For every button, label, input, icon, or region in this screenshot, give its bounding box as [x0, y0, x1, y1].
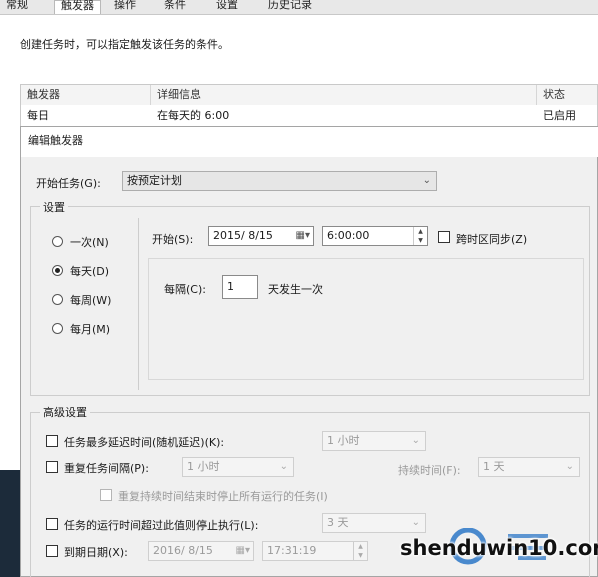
delay-checkbox[interactable]	[46, 435, 58, 447]
expire-time-input[interactable]: 17:31:19 ▲ ▼	[262, 541, 368, 561]
trigger-table: 触发器 详细信息 状态 每日 在每天的 6:00 已启用	[20, 84, 598, 130]
advanced-settings-label: 高级设置	[40, 404, 90, 420]
stop-if-runs-value: 3 天	[327, 516, 349, 529]
calendar-icon[interactable]: ▦▾	[236, 542, 250, 560]
recur-suffix: 天发生一次	[268, 283, 323, 296]
expire-date-value: 2016/ 8/15	[153, 544, 213, 557]
duration-label: 持续时间(F):	[398, 464, 461, 477]
repeat-checkbox[interactable]	[46, 461, 58, 473]
delay-value: 1 小时	[327, 434, 360, 447]
watermark-text: shenduwin10.com	[400, 536, 598, 560]
background-window-edge	[0, 134, 20, 470]
column-header-trigger[interactable]: 触发器	[21, 85, 151, 105]
tab-settings[interactable]: 设置	[210, 0, 244, 14]
duration-select[interactable]: 1 天 ⌄	[478, 457, 580, 477]
delay-label[interactable]: 任务最多延迟时间(随机延迟)(K):	[64, 434, 224, 450]
recurrence-panel	[148, 258, 584, 380]
dialog-titlebar	[21, 127, 598, 157]
time-spinner-icon[interactable]: ▲ ▼	[353, 542, 367, 560]
stop-if-runs-checkbox[interactable]	[46, 518, 58, 530]
tab-conditions[interactable]: 条件	[158, 0, 192, 14]
recur-label: 每隔(C):	[164, 283, 206, 296]
sync-timezone-checkbox[interactable]	[438, 231, 450, 243]
radio-weekly-label[interactable]: 每周(W)	[70, 292, 111, 308]
duration-value: 1 天	[483, 460, 505, 473]
time-spinner-icon[interactable]: ▲ ▼	[413, 227, 427, 245]
begin-task-select[interactable]: 按预定计划 ⌄	[122, 171, 437, 191]
column-header-details[interactable]: 详细信息	[151, 85, 537, 105]
chevron-down-icon: ⌄	[565, 461, 574, 472]
table-row-status[interactable]: 已启用	[543, 107, 576, 125]
settings-divider	[138, 218, 139, 390]
expire-label[interactable]: 到期日期(X):	[64, 544, 128, 560]
radio-once-label[interactable]: 一次(N)	[70, 234, 109, 250]
stop-if-runs-label[interactable]: 任务的运行时间超过此值则停止执行(L):	[64, 517, 258, 533]
begin-task-label: 开始任务(G):	[36, 177, 101, 190]
expire-time-value: 17:31:19	[267, 544, 317, 557]
tab-bar: 常规 触发器 操作 条件 设置 历史记录	[0, 0, 598, 15]
radio-daily[interactable]	[52, 265, 63, 276]
start-label: 开始(S):	[152, 233, 194, 246]
radio-monthly[interactable]	[52, 323, 63, 334]
radio-daily-label[interactable]: 每天(D)	[70, 263, 109, 279]
chevron-down-icon: ⌄	[279, 461, 288, 472]
trigger-description: 创建任务时，可以指定触发该任务的条件。	[20, 38, 229, 51]
repeat-label[interactable]: 重复任务间隔(P):	[64, 460, 149, 476]
delay-select[interactable]: 1 小时 ⌄	[322, 431, 426, 451]
watermark-logo: shenduwin10.com	[398, 528, 598, 577]
chevron-down-icon: ⌄	[411, 435, 420, 446]
settings-group-label: 设置	[40, 199, 68, 215]
expire-checkbox[interactable]	[46, 545, 58, 557]
sync-timezone-label[interactable]: 跨时区同步(Z)	[456, 231, 527, 247]
tab-general[interactable]: 常规	[0, 0, 34, 14]
tab-history[interactable]: 历史记录	[262, 0, 318, 14]
dialog-title: 编辑触发器	[28, 134, 83, 147]
expire-date-picker[interactable]: 2016/ 8/15 ▦▾	[148, 541, 254, 561]
radio-once[interactable]	[52, 236, 63, 247]
repeat-interval-value: 1 小时	[187, 460, 220, 473]
table-row-details[interactable]: 在每天的 6:00	[157, 107, 229, 125]
start-time-input[interactable]: 6:00:00 ▲ ▼	[322, 226, 428, 246]
repeat-interval-select[interactable]: 1 小时 ⌄	[182, 457, 294, 477]
stop-all-label: 重复持续时间结束时停止所有运行的任务(I)	[118, 490, 328, 503]
start-date-picker[interactable]: 2015/ 8/15 ▦▾	[208, 226, 314, 246]
tab-actions[interactable]: 操作	[108, 0, 142, 14]
calendar-icon[interactable]: ▦▾	[296, 227, 310, 245]
start-date-value: 2015/ 8/15	[213, 229, 273, 242]
column-header-status[interactable]: 状态	[537, 85, 597, 105]
chevron-down-icon: ⌄	[422, 175, 431, 186]
begin-task-value: 按预定计划	[127, 174, 182, 187]
tab-triggers[interactable]: 触发器	[54, 0, 101, 15]
stop-all-checkbox[interactable]	[100, 489, 112, 501]
start-time-value: 6:00:00	[327, 229, 370, 242]
radio-monthly-label[interactable]: 每月(M)	[70, 321, 110, 337]
radio-weekly[interactable]	[52, 294, 63, 305]
recur-days-input[interactable]: 1	[222, 275, 258, 299]
taskbar	[0, 470, 20, 577]
table-row-trigger[interactable]: 每日	[27, 107, 49, 125]
